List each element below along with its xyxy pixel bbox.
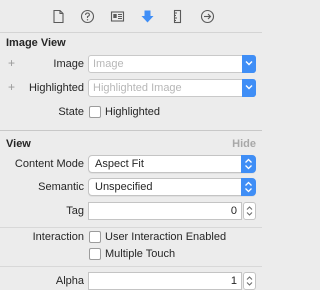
- section-divider: [0, 266, 262, 267]
- image-combo-dropdown-button[interactable]: [242, 55, 256, 73]
- attributes-inspector-icon[interactable]: [140, 9, 155, 24]
- semantic-popup[interactable]: Unspecified: [88, 178, 256, 196]
- semantic-label: Semantic: [38, 181, 84, 193]
- image-combo-box[interactable]: Image: [88, 55, 256, 73]
- alpha-label: Alpha: [55, 275, 84, 287]
- tag-value: 0: [230, 205, 237, 217]
- view-section-title: View: [6, 138, 31, 150]
- tag-field[interactable]: 0: [88, 202, 242, 220]
- image-view-section-title: Image View: [6, 37, 66, 49]
- user-interaction-enabled-label[interactable]: User Interaction Enabled: [105, 230, 226, 244]
- section-divider: [0, 130, 262, 131]
- multiple-touch-label[interactable]: Multiple Touch: [105, 247, 175, 261]
- user-interaction-enabled-checkbox[interactable]: [89, 231, 101, 243]
- highlighted-combo-dropdown-button[interactable]: [242, 79, 256, 97]
- alpha-stepper[interactable]: [243, 272, 256, 290]
- file-inspector-icon[interactable]: [51, 9, 66, 24]
- content-mode-popup[interactable]: Aspect Fit: [88, 155, 256, 173]
- state-label: State: [58, 106, 84, 118]
- chevron-down-icon: [245, 61, 253, 66]
- quick-help-icon[interactable]: [80, 9, 95, 24]
- image-label: Image: [53, 58, 84, 70]
- size-inspector-icon[interactable]: [170, 9, 185, 24]
- section-divider: [0, 227, 262, 228]
- highlighted-combo-placeholder: Highlighted Image: [93, 82, 182, 94]
- state-highlighted-checkbox-label[interactable]: Highlighted: [105, 105, 160, 119]
- alpha-value: 1: [230, 275, 237, 287]
- up-down-arrows-icon: [245, 181, 252, 193]
- semantic-value: Unspecified: [95, 181, 153, 193]
- connections-inspector-icon[interactable]: [200, 9, 215, 24]
- image-combo-placeholder: Image: [93, 58, 124, 70]
- alpha-field[interactable]: 1: [88, 272, 242, 290]
- tag-label: Tag: [66, 205, 84, 217]
- interaction-label: Interaction: [32, 231, 84, 243]
- inspector-toolbar: [0, 0, 262, 33]
- multiple-touch-checkbox[interactable]: [89, 248, 101, 260]
- semantic-popup-arrows[interactable]: [241, 178, 256, 196]
- identity-inspector-icon[interactable]: [110, 9, 125, 24]
- chevron-down-icon: [245, 85, 253, 90]
- highlighted-label: Highlighted: [28, 82, 84, 94]
- content-mode-value: Aspect Fit: [95, 158, 144, 170]
- state-highlighted-checkbox[interactable]: [89, 106, 101, 118]
- tag-stepper[interactable]: [243, 202, 256, 220]
- view-hide-button[interactable]: Hide: [232, 138, 256, 150]
- highlighted-image-combo-box[interactable]: Highlighted Image: [88, 79, 256, 97]
- content-mode-popup-arrows[interactable]: [241, 155, 256, 173]
- content-mode-label: Content Mode: [14, 158, 84, 170]
- up-down-arrows-icon: [245, 158, 252, 170]
